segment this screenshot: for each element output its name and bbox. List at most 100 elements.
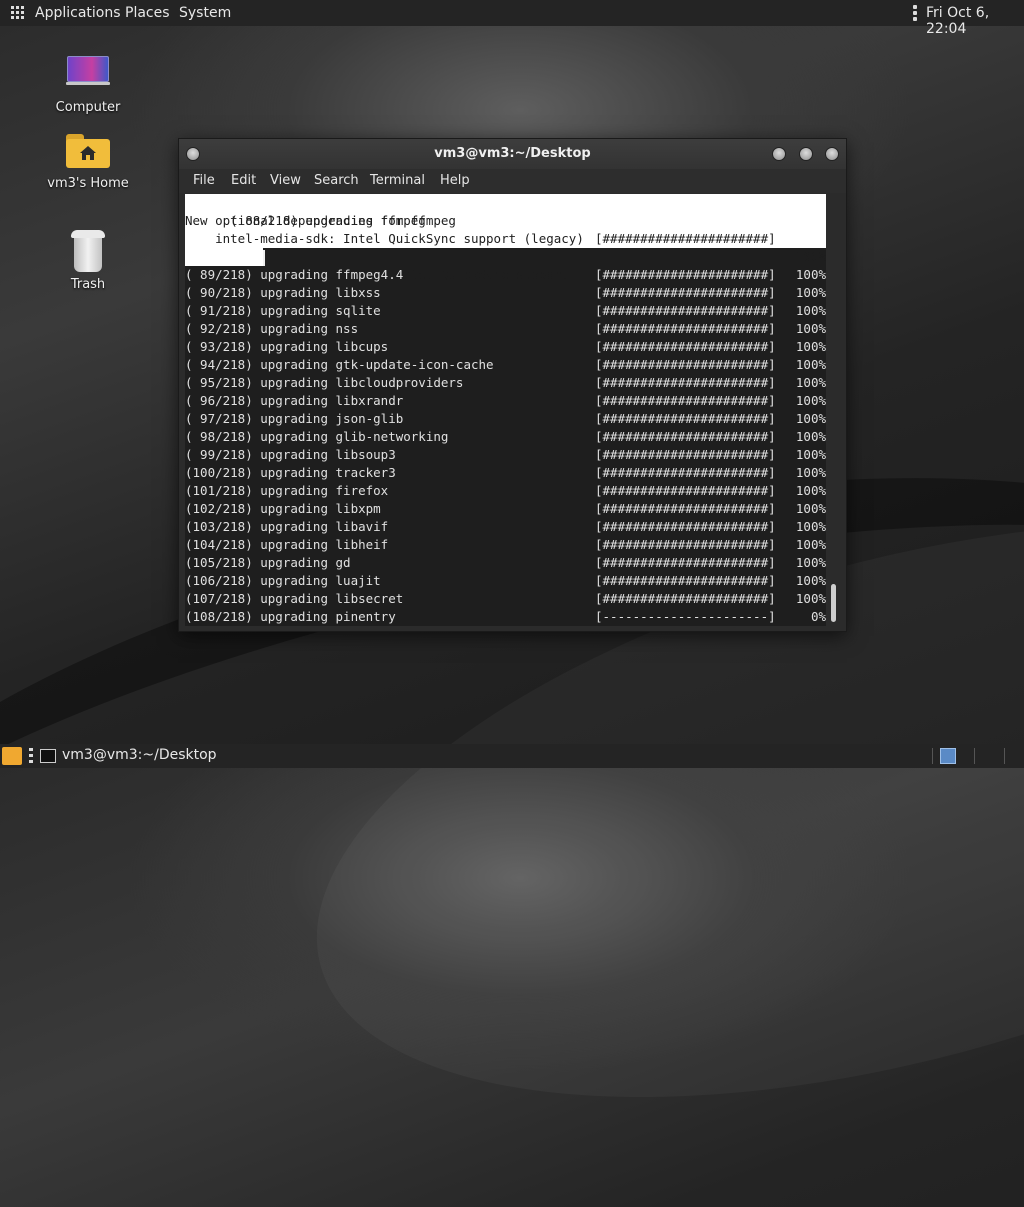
window-titlebar[interactable]: vm3@vm3:~/Desktop (179, 139, 846, 169)
panel-handle-icon[interactable] (913, 5, 917, 21)
menu-help[interactable]: Help (440, 173, 470, 188)
progress-percent: 100% (795, 267, 826, 282)
progress-percent: 100% (795, 501, 826, 516)
terminal-line: (108/218) upgrading pinentry [-----------… (185, 608, 826, 626)
progress-percent: 100% (795, 429, 826, 444)
progress-bar-text: [######################] (595, 285, 776, 300)
show-desktop-icon[interactable] (2, 747, 22, 765)
progress-bar-text: [######################] (595, 447, 776, 462)
line-text: ( 90/218) upgrading libxss (185, 285, 381, 300)
progress-percent: 100% (795, 375, 826, 390)
home-folder-icon (66, 134, 110, 168)
progress-bar-text: [######################] (595, 393, 776, 408)
menu-file[interactable]: File (193, 173, 215, 188)
progress-bar-text: [######################] (595, 429, 776, 444)
progress-percent: 100% (795, 321, 826, 336)
line-text: (106/218) upgrading luajit (185, 573, 381, 588)
progress-bar-text: [######################] (595, 465, 776, 480)
terminal-line: ( 90/218) upgrading libxss [#############… (185, 284, 826, 302)
minimize-button[interactable] (772, 147, 786, 161)
terminal-line: ( 94/218) upgrading gtk-update-icon-cach… (185, 356, 826, 374)
workspace-1[interactable] (940, 748, 956, 764)
line-text: (103/218) upgrading libavif (185, 519, 389, 534)
terminal-line: ( 97/218) upgrading json-glib [##########… (185, 410, 826, 428)
terminal-line: ( 99/218) upgrading libsoup3 [###########… (185, 446, 826, 464)
terminal-scrollbar[interactable] (829, 194, 839, 626)
menu-view[interactable]: View (270, 173, 301, 188)
terminal-line: (107/218) upgrading libsecret [##########… (185, 590, 826, 608)
line-text: ( 97/218) upgrading json-glib (185, 411, 404, 426)
clock[interactable]: Fri Oct 6, 22:04 (926, 5, 1024, 37)
line-text: (102/218) upgrading libxpm (185, 501, 381, 516)
panel-handle-icon[interactable] (29, 748, 33, 764)
desktop-icon-trash[interactable]: Trash (38, 230, 138, 292)
progress-percent: 100% (795, 555, 826, 570)
menu-applications[interactable]: Applications (35, 5, 121, 21)
line-text: (108/218) upgrading pinentry (185, 609, 396, 624)
line-text: ( 95/218) upgrading libcloudproviders (185, 375, 464, 390)
line-text: ( 91/218) upgrading sqlite (185, 303, 381, 318)
terminal-line: ( 91/218) upgrading sqlite [#############… (185, 302, 826, 320)
terminal-line: (102/218) upgrading libxpm [#############… (185, 500, 826, 518)
ibeam-cursor-icon (263, 250, 265, 266)
menu-system[interactable]: System (179, 5, 231, 21)
progress-bar-text: [----------------------] (595, 609, 776, 624)
progress-bar-text: [######################] (595, 501, 776, 516)
progress-percent: 100% (795, 537, 826, 552)
progress-bar-text: [######################] (595, 537, 776, 552)
progress-percent: 100% (795, 303, 826, 318)
line-text: ( 92/218) upgrading nss (185, 321, 359, 336)
line-text: (100/218) upgrading tracker3 (185, 465, 396, 480)
progress-bar-text: [######################] (595, 339, 776, 354)
progress-bar-text: [######################] (595, 411, 776, 426)
desktop-icon-label: Trash (70, 277, 106, 292)
line-text: (101/218) upgrading firefox (185, 483, 389, 498)
terminal-line: ( 89/218) upgrading ffmpeg4.4 [##########… (185, 266, 826, 284)
progress-percent: 100% (795, 411, 826, 426)
taskbar-item-label: vm3@vm3:~/Desktop (62, 747, 217, 763)
desktop-icon-home[interactable]: vm3's Home (38, 134, 138, 191)
apps-grid-icon[interactable] (11, 6, 25, 20)
terminal-line: (105/218) upgrading gd [#################… (185, 554, 826, 572)
progress-bar-text: [######################] (595, 303, 776, 318)
terminal-line: ( 88/218) upgrading ffmpeg [############… (185, 194, 826, 264)
progress-bar-text: [######################] (595, 555, 776, 570)
taskbar-item-terminal[interactable]: vm3@vm3:~/Desktop (36, 745, 217, 767)
menu-places[interactable]: Places (125, 5, 170, 21)
progress-bar-text: [######################] (595, 375, 776, 390)
line-text: ( 93/218) upgrading libcups (185, 339, 389, 354)
desktop-icon-computer[interactable]: Computer (38, 56, 138, 115)
progress-bar-text: [######################] (595, 483, 776, 498)
terminal-line: ( 96/218) upgrading libxrandr [##########… (185, 392, 826, 410)
computer-icon (67, 56, 109, 82)
menu-edit[interactable]: Edit (231, 173, 256, 188)
progress-bar-text: [######################] (595, 357, 776, 372)
terminal-line: New optional dependencies for ffmpeg (185, 213, 456, 228)
line-text: ( 99/218) upgrading libsoup3 (185, 447, 396, 462)
progress-percent: 100% (795, 357, 826, 372)
progress-percent: 100% (795, 285, 826, 300)
terminal-line: intel-media-sdk: Intel QuickSync support… (185, 231, 584, 246)
line-text: ( 98/218) upgrading glib-networking (185, 429, 449, 444)
maximize-button[interactable] (799, 147, 813, 161)
window-title: vm3@vm3:~/Desktop (434, 146, 591, 161)
terminal-window: vm3@vm3:~/Desktop File Edit View Search … (178, 138, 847, 632)
line-text: ( 96/218) upgrading libxrandr (185, 393, 404, 408)
menu-search[interactable]: Search (314, 173, 359, 188)
progress-bar-text: [######################] (595, 591, 776, 606)
terminal-icon (40, 749, 56, 763)
scrollbar-thumb[interactable] (831, 584, 836, 622)
line-text: ( 89/218) upgrading ffmpeg4.4 (185, 267, 404, 282)
progress-bar-text: [######################] (595, 267, 776, 282)
close-button[interactable] (825, 147, 839, 161)
terminal-line: (101/218) upgrading firefox [############… (185, 482, 826, 500)
terminal-output[interactable]: ( 88/218) upgrading ffmpeg [############… (185, 194, 826, 626)
terminal-line: ( 92/218) upgrading nss [################… (185, 320, 826, 338)
desktop-icon-label: Computer (55, 100, 121, 115)
progress-percent: 100% (795, 519, 826, 534)
bottom-panel: vm3@vm3:~/Desktop (0, 744, 1024, 768)
menu-terminal[interactable]: Terminal (370, 173, 425, 188)
divider (932, 748, 933, 764)
terminal-line: (103/218) upgrading libavif [############… (185, 518, 826, 536)
terminal-line: ( 98/218) upgrading glib-networking [####… (185, 428, 826, 446)
